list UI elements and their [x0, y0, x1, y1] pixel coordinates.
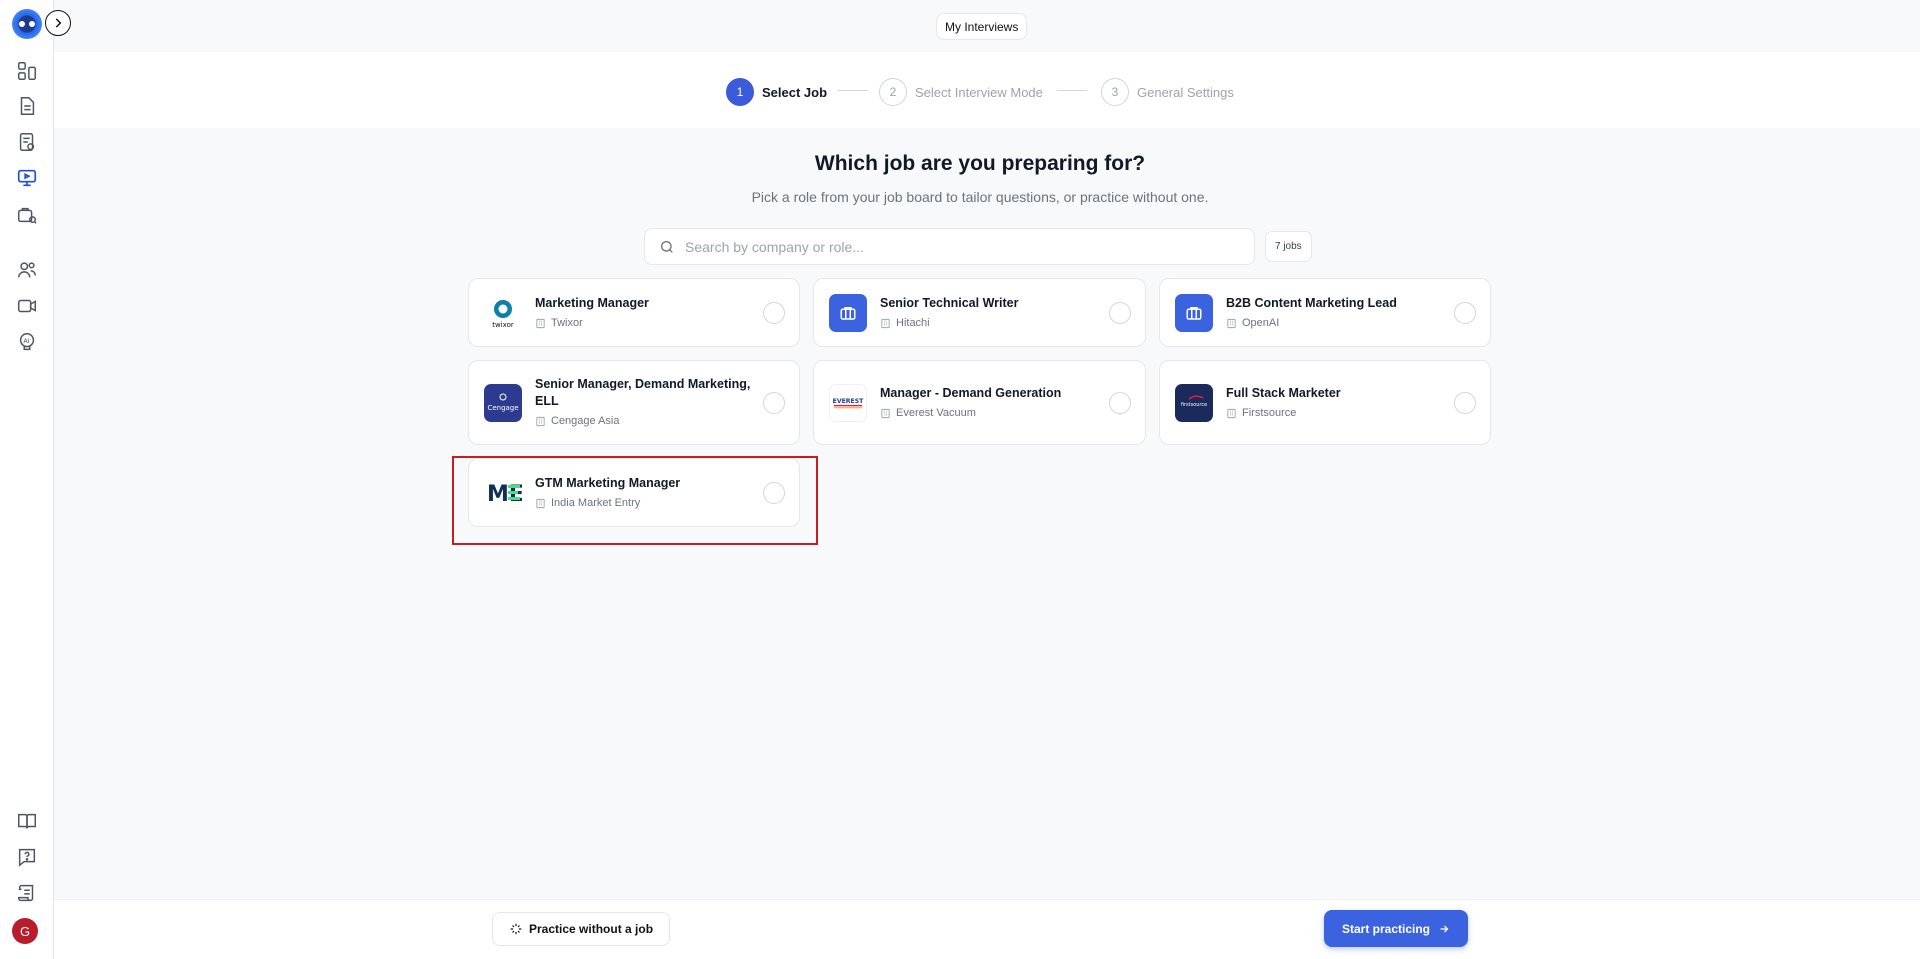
company-name: Firstsource	[1242, 407, 1297, 419]
company-name: Hitachi	[896, 317, 930, 329]
page-title: Which job are you preparing for?	[814, 152, 1146, 175]
people-icon[interactable]	[14, 257, 40, 283]
arrow-right-icon	[1440, 925, 1449, 932]
firstsource-logo-text: firstsource	[1181, 402, 1207, 408]
cengage-logo-text: Cengage	[487, 404, 518, 412]
video-icon[interactable]	[14, 293, 40, 319]
job-title: Full Stack Marketer	[1226, 386, 1341, 400]
company-name: OpenAI	[1242, 317, 1280, 329]
step-number: 3	[1101, 78, 1129, 106]
stepper: 1 Select Job 2 Select Interview Mode 3 G…	[54, 52, 1920, 128]
sidebar: AI G	[0, 0, 54, 959]
company-name: Everest Vacuum	[896, 407, 976, 419]
job-title: Marketing Manager	[535, 296, 649, 310]
job-select-radio[interactable]	[763, 302, 785, 324]
job-card[interactable]: twixor Marketing Manager Twixor	[468, 278, 800, 347]
user-avatar[interactable]: G	[12, 918, 38, 944]
twixor-logo: twixor	[484, 294, 522, 332]
start-practicing-button[interactable]: Start practicing	[1324, 910, 1468, 947]
job-company: Cengage Asia	[535, 415, 620, 427]
twixor-logo-text: twixor	[492, 321, 514, 329]
firstsource-logo: firstsource	[1175, 384, 1213, 422]
expand-sidebar-button[interactable]	[45, 10, 71, 36]
sparkle-icon	[510, 923, 522, 935]
step-label: Select Job	[762, 84, 828, 100]
job-card[interactable]: EVEREST Manager - Demand Generation Ever…	[813, 360, 1146, 445]
dashboard-icon[interactable]	[14, 58, 40, 84]
job-select-radio[interactable]	[1454, 302, 1476, 324]
building-icon	[881, 408, 890, 418]
job-card[interactable]: Cengage Senior Manager, Demand Marketing…	[468, 360, 800, 445]
job-title: B2B Content Marketing Lead	[1226, 296, 1397, 310]
chevron-right-icon	[55, 18, 62, 28]
job-company: OpenAI	[1226, 317, 1279, 329]
my-interviews-button[interactable]: My Interviews	[936, 13, 1028, 40]
step-general-settings[interactable]: 3 General Settings	[1101, 78, 1234, 106]
briefcase-icon	[1175, 294, 1213, 332]
job-card[interactable]: firstsource Full Stack Marketer Firstsou…	[1159, 360, 1491, 445]
bottom-bar	[54, 899, 1920, 959]
search-box[interactable]	[644, 228, 1255, 265]
building-icon	[881, 318, 890, 328]
ai-bulb-icon[interactable]: AI	[14, 329, 40, 355]
document-icon[interactable]	[14, 93, 40, 119]
step-select-interview-mode[interactable]: 2 Select Interview Mode	[879, 78, 1043, 106]
company-name: Cengage Asia	[551, 415, 620, 427]
job-select-radio[interactable]	[763, 392, 785, 414]
job-title: Senior Technical Writer	[880, 296, 1019, 310]
job-select-radio[interactable]	[1109, 392, 1131, 414]
cengage-logo: Cengage	[484, 384, 522, 422]
scroll-icon[interactable]	[14, 880, 40, 906]
building-icon	[536, 318, 545, 328]
job-select-radio[interactable]	[1109, 302, 1131, 324]
building-icon	[1227, 318, 1236, 328]
job-title: Senior Manager, Demand Marketing, ELL	[535, 377, 751, 408]
step-connector	[1057, 90, 1087, 91]
practice-without-job-button[interactable]: Practice without a job	[492, 912, 671, 946]
step-select-job[interactable]: 1 Select Job	[726, 78, 827, 106]
job-select-radio[interactable]	[763, 482, 785, 504]
start-practicing-label: Start practicing	[1341, 921, 1431, 936]
job-select-radio[interactable]	[1454, 392, 1476, 414]
company-name: Twixor	[551, 317, 583, 329]
page-subtitle: Pick a role from your job board to tailo…	[751, 189, 1209, 205]
building-icon	[536, 416, 545, 426]
app-logo[interactable]	[12, 9, 42, 39]
everest-logo: EVEREST	[829, 384, 867, 422]
building-icon	[1227, 408, 1236, 418]
practice-without-job-label: Practice without a job	[529, 922, 654, 936]
job-card[interactable]: B2B Content Marketing Lead OpenAI	[1159, 278, 1491, 347]
job-search-icon[interactable]	[14, 202, 40, 228]
step-label: General Settings	[1137, 84, 1234, 100]
job-title: GTM Marketing Manager	[535, 476, 681, 490]
jobs-count-badge: 7 jobs	[1265, 231, 1312, 262]
help-icon[interactable]	[14, 844, 40, 870]
svg-text:AI: AI	[23, 337, 29, 345]
search-input[interactable]	[685, 238, 1225, 255]
step-number: 2	[879, 78, 907, 106]
job-company: Firstsource	[1226, 407, 1296, 419]
job-company: Twixor	[535, 317, 583, 329]
building-icon	[536, 498, 545, 508]
step-number: 1	[726, 78, 754, 106]
briefcase-icon	[829, 294, 867, 332]
job-company: Everest Vacuum	[880, 407, 976, 419]
job-card[interactable]: Senior Technical Writer Hitachi	[813, 278, 1146, 347]
step-connector	[838, 90, 868, 91]
everest-logo-text: EVEREST	[833, 398, 864, 405]
job-company: India Market Entry	[535, 497, 640, 509]
step-label: Select Interview Mode	[915, 84, 1043, 100]
me-logo: ME	[484, 474, 522, 512]
company-name: India Market Entry	[551, 497, 641, 509]
job-title: Manager - Demand Generation	[880, 386, 1062, 400]
job-company: Hitachi	[880, 317, 930, 329]
search-icon	[661, 240, 673, 253]
book-icon[interactable]	[14, 808, 40, 834]
job-card[interactable]: ME GTM Marketing Manager India Market En…	[468, 458, 800, 527]
